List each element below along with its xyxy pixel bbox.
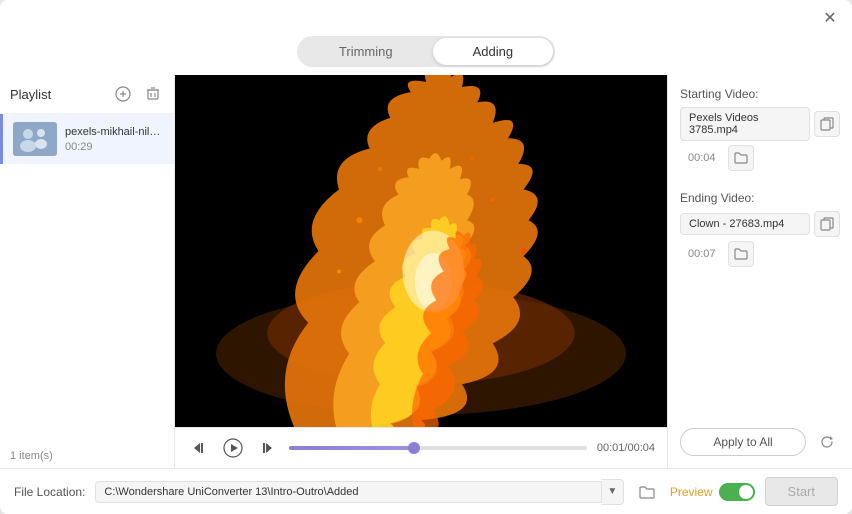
thumbnail-image bbox=[13, 122, 57, 156]
progress-fill bbox=[289, 446, 414, 450]
browse-folder-button[interactable] bbox=[634, 479, 660, 505]
main-content: Playlist bbox=[0, 75, 852, 468]
tab-bar: Trimming Adding bbox=[0, 36, 852, 75]
starting-video-row: Pexels Videos 3785.mp4 bbox=[680, 107, 840, 141]
prev-button[interactable] bbox=[187, 436, 211, 460]
right-panel: Starting Video: Pexels Videos 3785.mp4 0… bbox=[667, 75, 852, 468]
progress-bar[interactable] bbox=[289, 446, 587, 450]
starting-video-section: Starting Video: Pexels Videos 3785.mp4 0… bbox=[680, 87, 840, 175]
playlist-item-name: pexels-mikhail-nilov-6563907.mp4 bbox=[65, 125, 164, 139]
file-location-label: File Location: bbox=[14, 485, 85, 499]
path-wrapper: C:\Wondershare UniConverter 13\Intro-Out… bbox=[95, 479, 623, 505]
delete-playlist-button[interactable] bbox=[142, 83, 164, 105]
path-input[interactable]: C:\Wondershare UniConverter 13\Intro-Out… bbox=[95, 481, 601, 503]
toggle-thumb bbox=[739, 485, 753, 499]
fire-visualization bbox=[175, 75, 667, 427]
progress-handle[interactable] bbox=[408, 442, 420, 454]
playlist-item-duration: 00:29 bbox=[65, 141, 164, 153]
tab-trimming[interactable]: Trimming bbox=[299, 38, 433, 65]
starting-video-folder-button[interactable] bbox=[728, 145, 754, 171]
next-button[interactable] bbox=[255, 436, 279, 460]
ending-video-filename: Clown - 27683.mp4 bbox=[680, 213, 810, 235]
list-item[interactable]: pexels-mikhail-nilov-6563907.mp4 00:29 bbox=[0, 114, 174, 164]
ending-video-paste-button[interactable] bbox=[814, 211, 840, 237]
start-button[interactable]: Start bbox=[765, 477, 838, 506]
starting-video-duration: 00:04 bbox=[680, 150, 724, 166]
sidebar: Playlist bbox=[0, 75, 175, 468]
playlist-count: 1 item(s) bbox=[0, 444, 174, 468]
starting-video-duration-row: 00:04 bbox=[680, 145, 840, 171]
preview-toggle-switch[interactable] bbox=[719, 483, 755, 501]
playlist-actions bbox=[112, 83, 164, 105]
play-button[interactable] bbox=[221, 436, 245, 460]
title-bar: ✕ bbox=[0, 0, 852, 36]
ending-video-label: Ending Video: bbox=[680, 191, 840, 205]
footer-bar: File Location: C:\Wondershare UniConvert… bbox=[0, 468, 852, 514]
video-frame bbox=[175, 75, 667, 427]
playlist-header: Playlist bbox=[0, 75, 174, 114]
close-button[interactable]: ✕ bbox=[820, 8, 840, 28]
ending-video-duration: 00:07 bbox=[680, 246, 724, 262]
playlist-thumbnail bbox=[13, 122, 57, 156]
apply-row: Apply to All bbox=[680, 420, 840, 456]
refresh-button[interactable] bbox=[814, 429, 840, 455]
tab-container: Trimming Adding bbox=[297, 36, 555, 67]
starting-video-filename: Pexels Videos 3785.mp4 bbox=[680, 107, 810, 141]
ending-video-row: Clown - 27683.mp4 bbox=[680, 211, 840, 237]
add-playlist-button[interactable] bbox=[112, 83, 134, 105]
preview-toggle: Preview bbox=[670, 483, 755, 501]
controls-bar: 00:01/00:04 bbox=[175, 427, 667, 468]
playlist-item-info: pexels-mikhail-nilov-6563907.mp4 00:29 bbox=[65, 125, 164, 153]
ending-video-folder-button[interactable] bbox=[728, 241, 754, 267]
tab-adding[interactable]: Adding bbox=[433, 38, 553, 65]
ending-video-section: Ending Video: Clown - 27683.mp4 00:07 bbox=[680, 191, 840, 271]
video-player bbox=[175, 75, 667, 427]
starting-video-label: Starting Video: bbox=[680, 87, 840, 101]
video-area: 00:01/00:04 bbox=[175, 75, 667, 468]
playlist-title: Playlist bbox=[10, 87, 51, 102]
ending-video-duration-row: 00:07 bbox=[680, 241, 840, 267]
time-display: 00:01/00:04 bbox=[597, 442, 655, 454]
path-dropdown-button[interactable]: ▼ bbox=[602, 479, 624, 505]
app-window: ✕ Trimming Adding Playlist bbox=[0, 0, 852, 514]
preview-label: Preview bbox=[670, 485, 713, 499]
starting-video-paste-button[interactable] bbox=[814, 111, 840, 137]
apply-to-all-button[interactable]: Apply to All bbox=[680, 428, 806, 456]
